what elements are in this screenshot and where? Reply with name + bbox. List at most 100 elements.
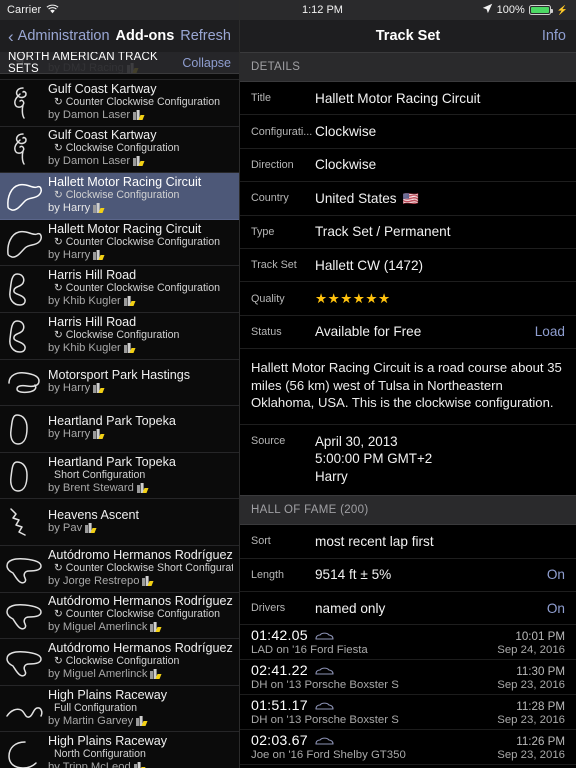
load-button[interactable]: Load	[527, 324, 565, 339]
lap-row[interactable]: 01:51.17 11:28 PM DH on '13 Porsche Boxste…	[240, 695, 576, 731]
list-item[interactable]: Harris Hill Road ↻ Counter Clockwise Conf…	[0, 266, 239, 313]
list-item[interactable]: Hallett Motor Racing Circuit ↻ Counter Cl…	[0, 220, 239, 267]
list-item-author: by Damon Laser	[48, 155, 233, 170]
hof-setting-row[interactable]: Sort most recent lap first	[240, 525, 576, 559]
track-shape-icon	[6, 706, 43, 718]
author-badge-icon	[142, 575, 154, 590]
back-button[interactable]: ‹ Administration	[8, 28, 110, 45]
info-button[interactable]: Info	[542, 28, 566, 44]
list-item[interactable]: Autódromo Hermanos Rodríguez ↻ Clockwise …	[0, 639, 239, 686]
lap-driver: Joe on '16 Ford Shelby GT350	[251, 749, 406, 762]
list-item[interactable]: Heartland Park Topeka Short Configuration…	[0, 453, 239, 500]
detail-value-status: Available for Free	[315, 324, 422, 340]
hof-setting-value: 9514 ft ± 5%	[315, 567, 392, 583]
list-item-title: Heartland Park Topeka	[48, 414, 176, 429]
track-shape-icon	[14, 133, 27, 166]
track-thumbnail	[2, 409, 46, 449]
list-item-title: Autódromo Hermanos Rodríguez	[48, 547, 233, 562]
lap-row[interactable]: 02:41.22 11:30 PM DH on '13 Porsche Boxste…	[240, 660, 576, 696]
author-badge-icon	[93, 429, 105, 443]
track-thumbnail	[2, 83, 46, 123]
detail-row: Direction Clockwise	[240, 148, 576, 183]
list-item-title: High Plains Raceway	[48, 687, 167, 702]
list-item-config: ↻ Clockwise Configuration	[54, 328, 180, 341]
list-item[interactable]: Harris Hill Road ↻ Clockwise Configuratio…	[0, 313, 239, 360]
track-shape-icon	[6, 650, 42, 677]
lap-clock: 10:01 PM	[515, 629, 565, 643]
list-item-config: ↻ Counter Clockwise Configuration	[54, 235, 221, 248]
detail-label: Track Set	[251, 259, 297, 272]
list-item-config: ↻ Clockwise Configuration	[54, 142, 180, 155]
track-shape-icon	[10, 508, 26, 536]
detail-value: Clockwise	[315, 124, 377, 140]
author-badge-icon	[93, 382, 105, 397]
hof-setting-toggle[interactable]: On	[539, 601, 565, 616]
list-item[interactable]: Motorsport Park Hastings by Harry	[0, 360, 239, 407]
list-item-author: by Brent Steward	[48, 482, 233, 497]
detail-title: Track Set	[375, 28, 441, 44]
list-item[interactable]: Hallett Motor Racing Circuit ↻ Clockwise …	[0, 173, 239, 220]
hof-setting-value: most recent lap first	[315, 533, 434, 549]
list-item-title: Hallett Motor Racing Circuit	[48, 174, 202, 189]
lap-row[interactable]: 02:03.67 11:26 PM Joe on '16 Ford Shelby G…	[240, 730, 576, 766]
list-item-author: by Miguel Amerlinck	[48, 621, 233, 636]
list-item[interactable]: Heavens Ascent by Pav	[0, 499, 239, 546]
detail-row-source: Source April 30, 2013 5:00:00 PM GMT+2 H…	[240, 424, 576, 496]
track-shape-icon	[9, 273, 26, 306]
list-item[interactable]: Gulf Coast Kartway ↻ Counter Clockwise Co…	[0, 80, 239, 127]
list-item-author: by Harry	[48, 428, 233, 443]
list-item-author: by Damon Laser	[48, 109, 233, 124]
lap-row[interactable]: 01:42.05 10:01 PM LAD on '16 Ford Fiesta Se…	[240, 625, 576, 661]
refresh-button[interactable]: Refresh	[180, 28, 231, 44]
rotation-icon: ↻	[54, 188, 63, 201]
hof-setting-row[interactable]: Drivers named only On	[240, 591, 576, 626]
detail-row-status: Status Available for Free Load	[240, 315, 576, 350]
location-arrow-icon	[482, 3, 493, 17]
lap-date: Sep 24, 2016	[497, 644, 565, 657]
details-rows-container: Title Hallett Motor Racing Circuit Configu…	[240, 82, 576, 283]
rotation-icon: ↻	[54, 235, 63, 248]
track-shape-icon	[6, 557, 42, 584]
track-shape-icon	[10, 460, 28, 492]
list-item-title: Autódromo Hermanos Rodríguez	[48, 594, 233, 609]
track-thumbnail	[2, 549, 46, 589]
list-item-config: Full Configuration	[54, 701, 138, 714]
author-badge-icon	[93, 249, 105, 264]
track-thumbnail	[2, 642, 46, 682]
addons-list[interactable]: NORTH AMERICAN TRACK SETS Collapse by DM…	[0, 52, 239, 768]
track-thumbnail	[2, 689, 46, 729]
lap-date: Sep 23, 2016	[497, 749, 565, 762]
right-nav-bar: Track Set Info	[240, 20, 576, 52]
list-item-author: by Harry	[48, 202, 233, 217]
track-thumbnail	[2, 176, 46, 216]
lap-driver: DH on '13 Porsche Boxster S	[251, 714, 399, 727]
hof-setting-toggle[interactable]: On	[539, 567, 565, 582]
author-badge-icon	[133, 156, 145, 170]
list-item-config: ↻ Counter Clockwise Configuration	[54, 282, 221, 295]
list-item[interactable]: Autódromo Hermanos Rodríguez ↻ Counter Cl…	[0, 593, 239, 640]
list-item[interactable]: High Plains Raceway Full Configuration by …	[0, 686, 239, 733]
author-badge-icon	[133, 762, 146, 768]
list-item-author: by Jorge Restrepo	[48, 575, 233, 590]
list-item[interactable]: Gulf Coast Kartway ↻ Clockwise Configurat…	[0, 127, 239, 174]
track-set-detail-pane: 1:12 PM 100% ⚡ Track Set Info DETAILS Ti…	[240, 0, 576, 768]
track-shape-icon	[6, 604, 42, 630]
collapse-button[interactable]: Collapse	[182, 56, 231, 70]
clock-label: 1:12 PM	[302, 4, 343, 16]
author-badge-icon	[150, 622, 162, 636]
detail-label-source: Source	[251, 434, 286, 447]
country-flag-icon: 🇺🇸	[402, 190, 419, 206]
detail-label: Title	[251, 92, 271, 105]
hof-setting-row[interactable]: Length 9514 ft ± 5% On	[240, 558, 576, 592]
lap-date: Sep 23, 2016	[497, 714, 565, 727]
author-badge-icon	[123, 342, 136, 357]
list-item[interactable]: Autódromo Hermanos Rodríguez ↻ Counter Cl…	[0, 546, 239, 593]
track-thumbnail	[2, 316, 46, 356]
source-date: April 30, 2013	[315, 433, 398, 449]
list-item-author: by Tripp McLeod	[48, 761, 233, 768]
list-item[interactable]: Heartland Park Topeka by Harry	[0, 406, 239, 453]
list-item[interactable]: High Plains Raceway North Configuration by…	[0, 732, 239, 768]
app-root: Carrier ‹ Administration Add-ons Refresh…	[0, 0, 576, 768]
list-item-author: by Miguel Amerlinck	[48, 668, 233, 683]
section-header-north-american-track-sets: NORTH AMERICAN TRACK SETS Collapse	[0, 52, 239, 75]
